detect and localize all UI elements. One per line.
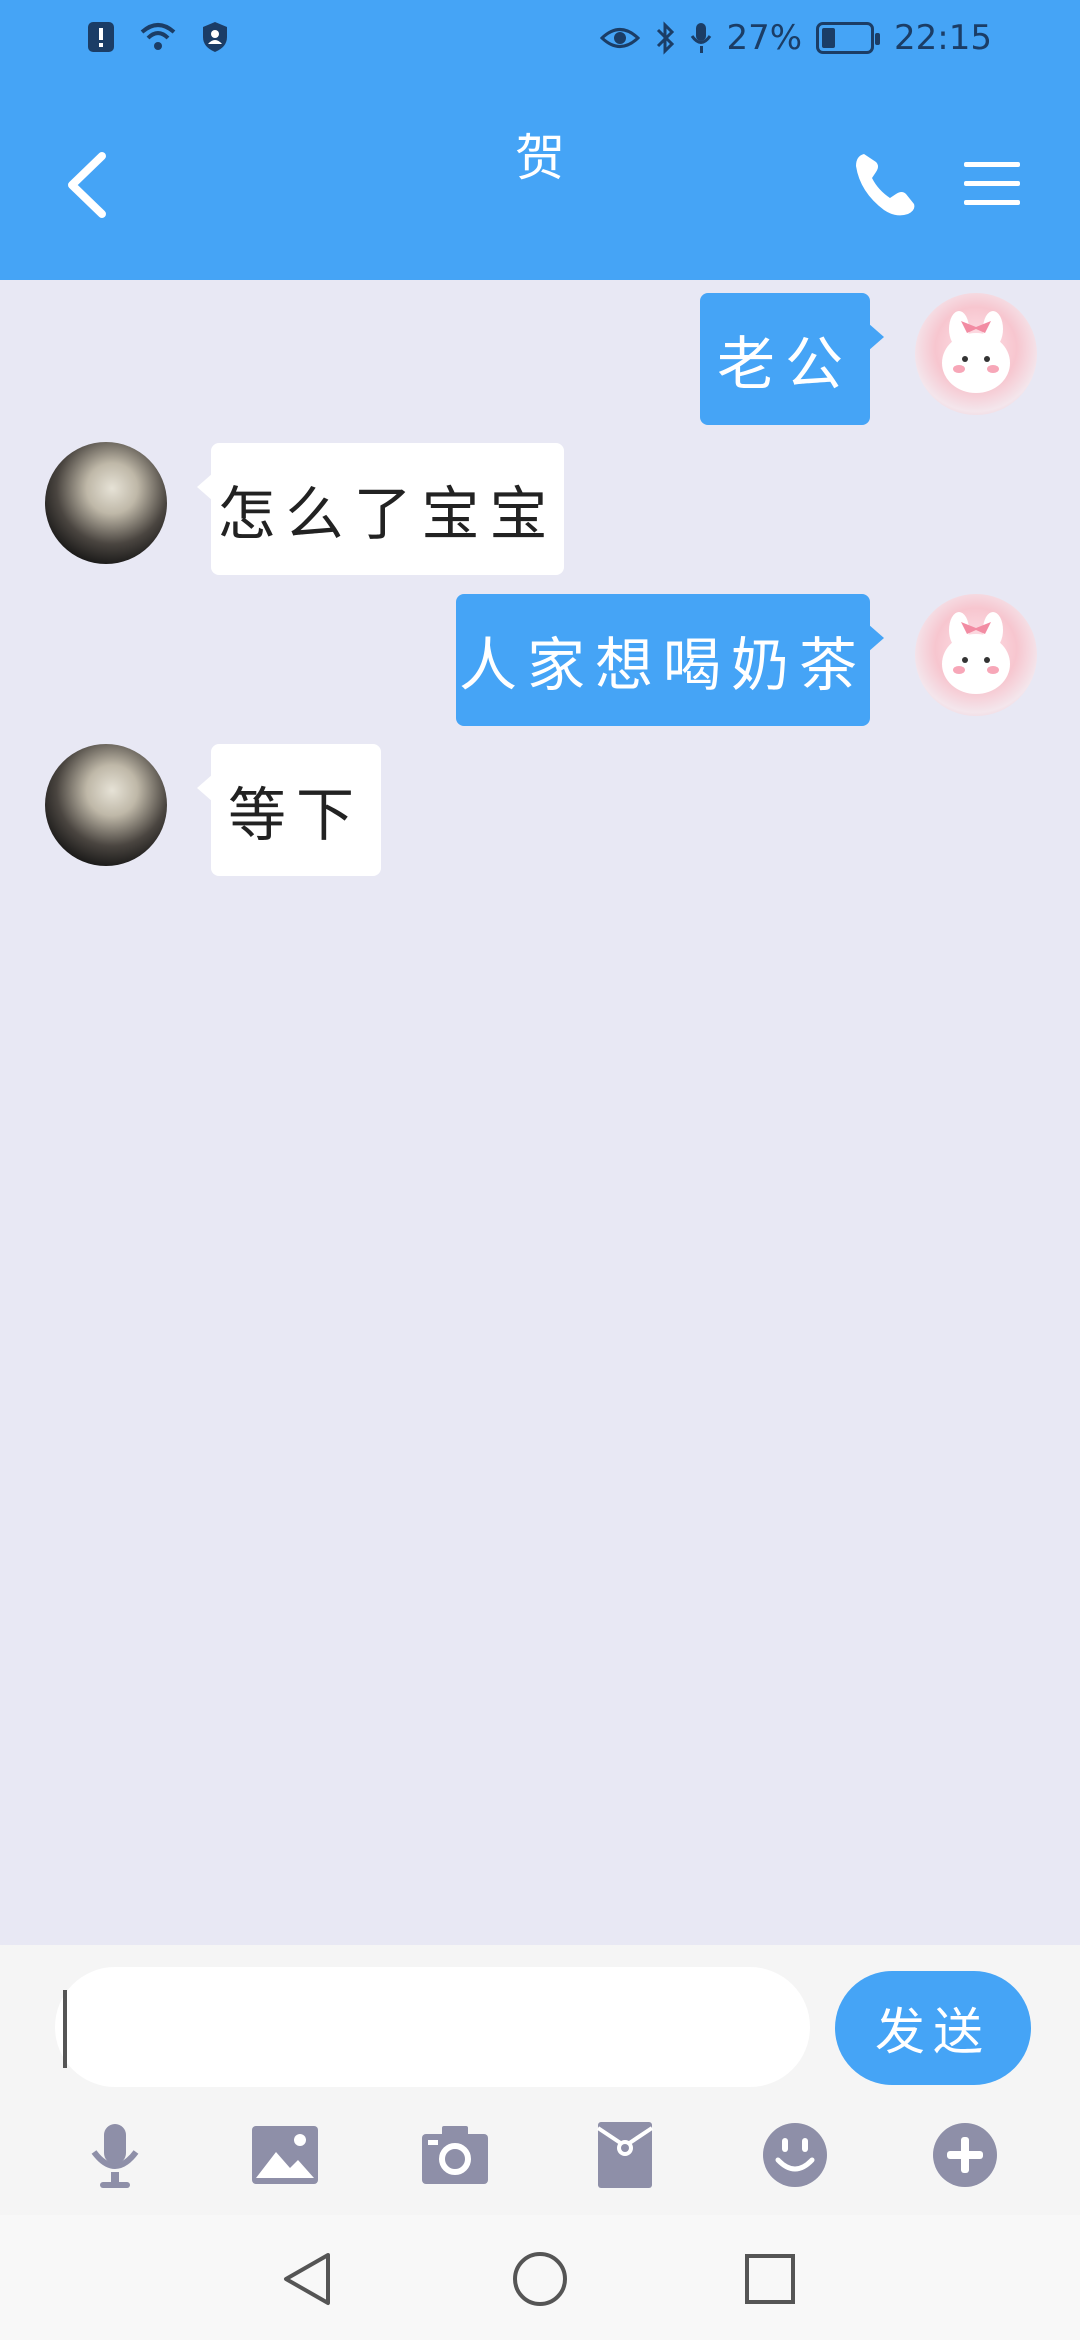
message-input[interactable]: [55, 1967, 810, 2087]
camera-icon[interactable]: [420, 2120, 490, 2190]
bluetooth-icon: [657, 21, 675, 55]
alert-icon: [88, 22, 114, 52]
status-left-icons: [86, 20, 230, 54]
avatar-contact[interactable]: [45, 744, 167, 866]
composer-panel: 发送: [0, 1945, 1080, 2215]
wifi-icon: [140, 23, 176, 50]
avatar-self[interactable]: [915, 293, 1037, 415]
image-icon[interactable]: [250, 2120, 320, 2190]
recent-square-icon[interactable]: [740, 2249, 800, 2309]
message-list[interactable]: 老公 怎么了宝宝 人家想喝奶茶 等下: [0, 280, 1080, 1945]
battery-icon: [816, 22, 881, 54]
menu-icon[interactable]: [960, 152, 1024, 216]
message-bubble-outgoing[interactable]: 老公: [700, 293, 884, 425]
avatar-contact[interactable]: [45, 442, 167, 564]
message-bubble-outgoing[interactable]: 人家想喝奶茶: [456, 594, 884, 726]
chat-header: 27% 22:15 贺: [0, 0, 1080, 280]
phone-icon[interactable]: [850, 148, 922, 220]
avatar-self[interactable]: [915, 594, 1037, 716]
bunny-avatar-image: [942, 311, 1010, 393]
system-navigation-bar: [0, 2215, 1080, 2340]
title-bar: 贺: [0, 80, 1080, 280]
red-packet-icon[interactable]: [590, 2120, 660, 2190]
message-bubble-incoming[interactable]: 等下: [197, 744, 381, 876]
back-triangle-icon[interactable]: [278, 2249, 338, 2309]
text-caret: [63, 1990, 67, 2068]
microphone-icon: [691, 23, 712, 53]
composer-toolbar: [0, 2120, 1080, 2200]
status-bar: 27% 22:15: [0, 0, 1080, 80]
voice-icon[interactable]: [80, 2120, 150, 2190]
status-right-icons: 27% 22:15: [600, 18, 992, 58]
battery-percent: 27%: [726, 18, 803, 58]
bunny-avatar-image: [942, 612, 1010, 694]
eye-icon: [600, 28, 641, 48]
plus-icon[interactable]: [930, 2120, 1000, 2190]
security-icon: [203, 22, 227, 52]
home-circle-icon[interactable]: [510, 2249, 570, 2309]
emoji-icon[interactable]: [760, 2120, 830, 2190]
clock: 22:15: [894, 18, 992, 58]
message-bubble-incoming[interactable]: 怎么了宝宝: [197, 443, 564, 575]
send-button[interactable]: 发送: [835, 1971, 1031, 2085]
